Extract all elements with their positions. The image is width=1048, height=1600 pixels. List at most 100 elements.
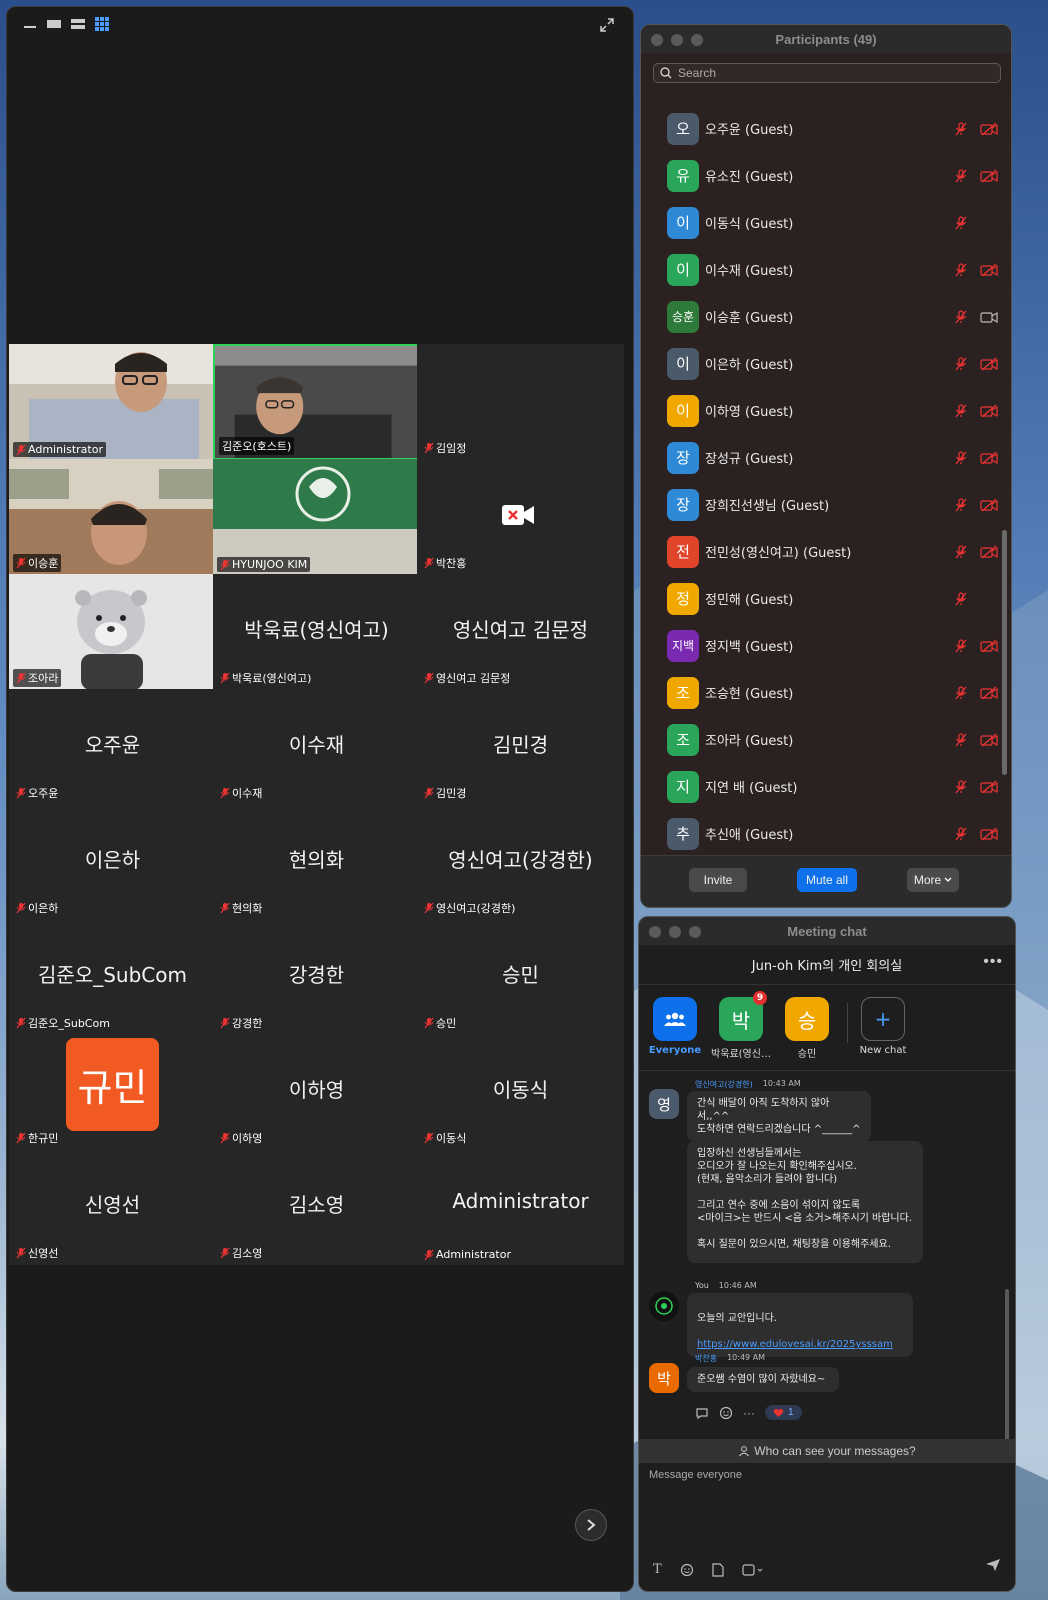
video-tile[interactable]: 김민경 김민경 — [417, 689, 624, 805]
speaker-view-icon[interactable] — [47, 17, 61, 31]
message-link[interactable]: https://www.edulovesai.kr/2025ysssam — [697, 1339, 893, 1350]
video-tile[interactable]: 이하영 이하영 — [213, 1034, 420, 1150]
participant-row[interactable]: 전 전민성(영신여고) (Guest) — [641, 528, 999, 575]
video-tile[interactable]: HYUNJOO KIM — [213, 459, 420, 575]
emoji-icon[interactable] — [680, 1563, 694, 1577]
recipient-dm[interactable]: 박 9 박욱료(영신… — [709, 991, 773, 1060]
file-icon[interactable] — [712, 1562, 724, 1577]
muted-mic-icon[interactable] — [951, 120, 971, 138]
video-tile[interactable]: Administrator Administrator — [417, 1149, 624, 1265]
video-off-icon[interactable] — [979, 778, 999, 796]
participant-row[interactable]: 지백 정지백 (Guest) — [641, 622, 999, 669]
mute-all-button[interactable]: Mute all — [797, 868, 857, 892]
invite-button[interactable]: Invite — [689, 868, 747, 892]
participants-scrollbar[interactable] — [1002, 530, 1007, 775]
video-off-icon[interactable] — [979, 496, 999, 514]
muted-mic-icon[interactable] — [951, 590, 971, 608]
participant-row[interactable]: 이 이동식 (Guest) — [641, 199, 999, 246]
video-tile[interactable]: 김준오_SubCom 김준오_SubCom — [9, 919, 216, 1035]
muted-mic-icon[interactable] — [951, 261, 971, 279]
video-off-icon[interactable] — [979, 637, 999, 655]
next-page-button[interactable] — [575, 1509, 607, 1541]
video-tile[interactable]: 박찬홍 — [417, 459, 624, 575]
message-bubble[interactable]: 입장하신 선생님들께서는 오디오가 잘 나오는지 확인해주십시오. (현재, 음… — [687, 1141, 923, 1263]
participant-row[interactable]: 오 오주윤 (Guest) — [641, 105, 999, 152]
participant-row[interactable]: 조 조아라 (Guest) — [641, 716, 999, 763]
video-tile[interactable]: 신영선 신영선 — [9, 1149, 216, 1265]
chat-options-icon[interactable]: ••• — [983, 953, 1003, 971]
video-off-icon[interactable] — [979, 261, 999, 279]
send-button[interactable] — [985, 1558, 1001, 1577]
more-actions-icon[interactable]: ··· — [743, 1406, 755, 1420]
video-off-icon[interactable] — [979, 449, 999, 467]
recipient-everyone[interactable]: Everyone — [643, 997, 707, 1056]
muted-mic-icon[interactable] — [951, 496, 971, 514]
participant-row[interactable]: 장 장희진선생님 (Guest) — [641, 481, 999, 528]
video-off-icon[interactable] — [979, 731, 999, 749]
video-tile[interactable]: Administrator — [9, 344, 216, 460]
participant-row[interactable]: 이 이수재 (Guest) — [641, 246, 999, 293]
gallery-view-icon[interactable] — [95, 17, 109, 31]
video-tile[interactable]: 조아라 — [9, 574, 216, 690]
search-input[interactable] — [678, 66, 978, 80]
video-off-icon[interactable] — [979, 825, 999, 843]
video-tile[interactable]: 이승훈 — [9, 459, 216, 575]
video-tile-active-speaker[interactable]: 김준오(호스트) — [213, 344, 420, 460]
participant-row[interactable]: 이 이은하 (Guest) — [641, 340, 999, 387]
video-tile[interactable]: 영신여고(강경한) 영신여고(강경한) — [417, 804, 624, 920]
video-off-icon[interactable] — [979, 402, 999, 420]
text-format-icon[interactable]: T — [653, 1562, 662, 1577]
participant-row[interactable]: 추 추신애 (Guest) — [641, 810, 999, 857]
muted-mic-icon[interactable] — [951, 167, 971, 185]
message-bubble[interactable]: 준오쌤 수염이 많이 자랐네요~ — [687, 1367, 839, 1392]
muted-mic-icon[interactable] — [951, 308, 971, 326]
minimize-view-icon[interactable] — [23, 17, 37, 31]
video-tile[interactable]: 김소영 김소영 — [213, 1149, 420, 1265]
muted-mic-icon[interactable] — [951, 355, 971, 373]
video-tile[interactable]: 김임정 — [417, 344, 624, 460]
screenshot-icon[interactable] — [742, 1563, 764, 1577]
muted-mic-icon[interactable] — [951, 543, 971, 561]
muted-mic-icon[interactable] — [951, 402, 971, 420]
video-tile[interactable]: 영신여고 김문정 영신여고 김문정 — [417, 574, 624, 690]
video-tile[interactable]: 현의화 현의화 — [213, 804, 420, 920]
participant-row[interactable]: 조 조승현 (Guest) — [641, 669, 999, 716]
video-tile[interactable]: 이은하 이은하 — [9, 804, 216, 920]
video-tile[interactable]: 강경한 강경한 — [213, 919, 420, 1035]
participants-search[interactable] — [653, 63, 1001, 83]
participant-row[interactable]: 이 이하영 (Guest) — [641, 387, 999, 434]
muted-mic-icon[interactable] — [951, 778, 971, 796]
muted-mic-icon[interactable] — [951, 637, 971, 655]
message-bubble[interactable]: 오늘의 교안입니다. https://www.edulovesai.kr/202… — [687, 1293, 913, 1357]
participant-row[interactable]: 유 유소진 (Guest) — [641, 152, 999, 199]
muted-mic-icon[interactable] — [951, 731, 971, 749]
more-button[interactable]: More — [907, 868, 959, 892]
participant-row[interactable]: 장 장성규 (Guest) — [641, 434, 999, 481]
video-tile[interactable]: 박욱료(영신여고) 박욱료(영신여고) — [213, 574, 420, 690]
video-off-icon[interactable] — [979, 120, 999, 138]
participant-row[interactable]: 승훈 이승훈 (Guest) — [641, 293, 999, 340]
muted-mic-icon[interactable] — [951, 684, 971, 702]
video-tile[interactable]: 이동식 이동식 — [417, 1034, 624, 1150]
message-input[interactable] — [649, 1469, 1005, 1549]
video-off-icon[interactable] — [979, 684, 999, 702]
video-off-icon[interactable] — [979, 355, 999, 373]
muted-mic-icon[interactable] — [951, 214, 971, 232]
reply-icon[interactable] — [695, 1406, 709, 1420]
message-bubble[interactable]: 간식 배달이 아직 도착하지 않아서,,^^ 도착하면 연락드리겠습니다 ^__… — [687, 1091, 871, 1142]
video-off-icon[interactable] — [979, 167, 999, 185]
add-reaction-icon[interactable] — [719, 1406, 733, 1420]
new-chat-button[interactable]: + New chat — [851, 997, 915, 1056]
strip-view-icon[interactable] — [71, 17, 85, 31]
video-tile[interactable]: 이수재 이수재 — [213, 689, 420, 805]
video-on-icon[interactable] — [979, 308, 999, 326]
muted-mic-icon[interactable] — [951, 825, 971, 843]
video-off-icon[interactable] — [979, 543, 999, 561]
video-tile[interactable]: 규민 한규민 — [9, 1034, 216, 1150]
video-tile[interactable]: 오주윤 오주윤 — [9, 689, 216, 805]
participant-row[interactable]: 지 지연 배 (Guest) — [641, 763, 999, 810]
who-can-see-banner[interactable]: Who can see your messages? — [639, 1439, 1015, 1463]
fullscreen-icon[interactable] — [599, 17, 617, 35]
video-tile[interactable]: 승민 승민 — [417, 919, 624, 1035]
participant-row[interactable]: 정 정민해 (Guest) — [641, 575, 999, 622]
